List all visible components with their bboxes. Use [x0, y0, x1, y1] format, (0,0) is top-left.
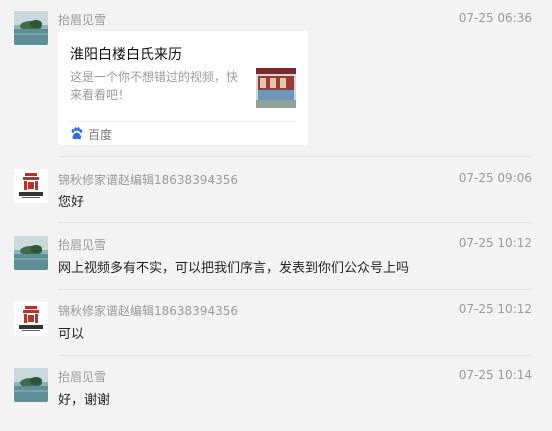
- baidu-paw-icon: [70, 125, 83, 144]
- card-description-line: 这是一个你不想错过的视频，快: [70, 70, 239, 84]
- jinqiu-logo-avatar[interactable]: [14, 169, 48, 203]
- lake-landscape-avatar[interactable]: [14, 368, 48, 402]
- sender-name: 抬眉见雪: [58, 238, 107, 252]
- lake-landscape-avatar[interactable]: [14, 236, 48, 270]
- video-thumbnail: [256, 68, 296, 108]
- message-time: 07-25 09:06: [458, 171, 532, 185]
- message-item: 锦秋修家谱赵编辑18638394356 07-25 09:06 您好: [0, 157, 552, 223]
- message-item: 抬眉见雪 07-25 10:14 好，谢谢: [0, 355, 552, 431]
- message-time: 07-25 06:36: [458, 11, 532, 25]
- message-time: 07-25 10:12: [458, 302, 532, 316]
- sender-name: 抬眉见雪: [58, 13, 107, 27]
- message-time: 07-25 10:14: [458, 368, 532, 382]
- card-source: 百度: [70, 126, 112, 142]
- message-text: 好，谢谢: [58, 393, 111, 408]
- message-text: 网上视频多有不实，可以把我们序言，发表到你们公众号上吗: [58, 261, 410, 276]
- card-divider: [70, 121, 296, 122]
- message-item: 抬眉见雪 07-25 06:36 淮阳白楼白氏来历 这是一个你不想错过的视频，快…: [0, 0, 552, 157]
- message-item: 锦秋修家谱赵编辑18638394356 07-25 10:12 可以: [0, 289, 552, 356]
- sender-name: 锦秋修家谱赵编辑18638394356: [58, 304, 238, 318]
- sender-name: 锦秋修家谱赵编辑18638394356: [58, 173, 238, 187]
- lake-landscape-avatar[interactable]: [14, 11, 48, 45]
- card-source-label: 百度: [88, 127, 113, 142]
- message-time: 07-25 10:12: [458, 236, 532, 250]
- card-title: 淮阳白楼白氏来历: [70, 47, 182, 63]
- sender-name: 抬眉见雪: [58, 370, 107, 384]
- jinqiu-logo-avatar[interactable]: [14, 302, 48, 336]
- card-description-line: 来看看吧！: [70, 88, 131, 102]
- card-description: 这是一个你不想错过的视频，快 来看看吧！: [70, 68, 246, 104]
- message-item: 抬眉见雪 07-25 10:12 网上视频多有不实，可以把我们序言，发表到你们公…: [0, 223, 552, 290]
- message-text: 可以: [58, 327, 85, 342]
- message-text: 您好: [58, 195, 85, 210]
- chat-history: 抬眉见雪 07-25 06:36 淮阳白楼白氏来历 这是一个你不想错过的视频，快…: [0, 0, 552, 431]
- link-card[interactable]: 淮阳白楼白氏来历 这是一个你不想错过的视频，快 来看看吧！ 百度: [58, 31, 308, 145]
